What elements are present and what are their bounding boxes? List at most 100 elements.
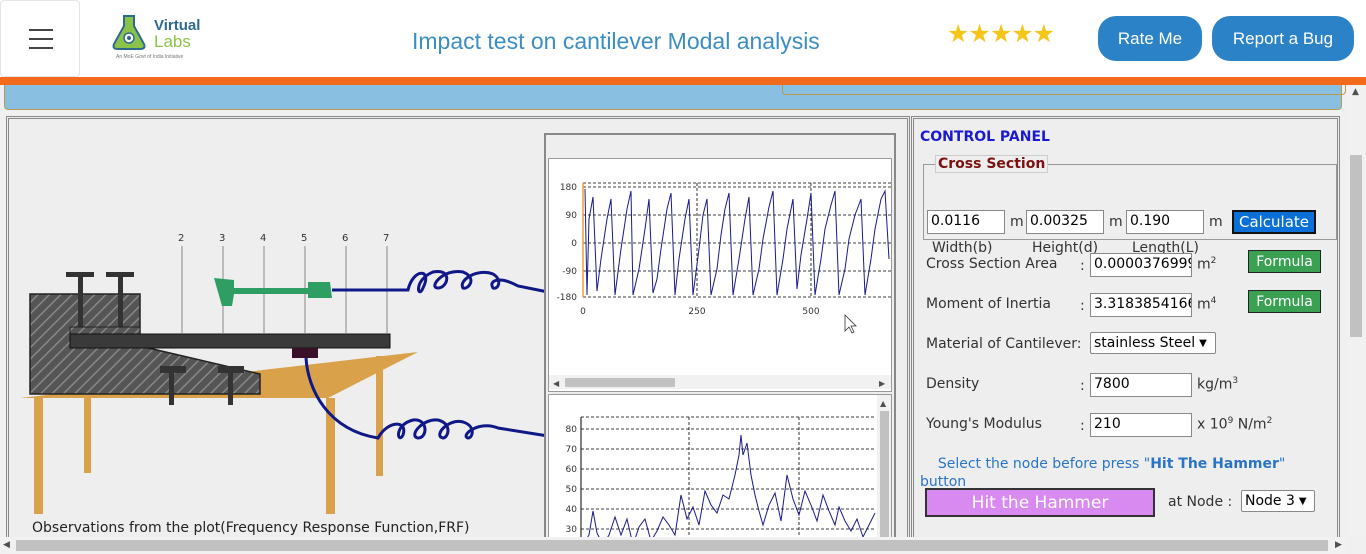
density-unit-exp: 3 <box>1232 376 1239 386</box>
info-band <box>4 85 1346 110</box>
rate-me-button[interactable]: Rate Me <box>1098 16 1202 61</box>
table-leg <box>34 398 43 514</box>
hammer-instruction: Select the node before press "Hit The Ha… <box>920 455 1320 491</box>
page-vertical-scrollbar[interactable]: ▲ <box>1347 85 1366 537</box>
frf-y-tick: 50 <box>566 485 578 495</box>
youngs-label: Young's Modulus <box>926 416 1042 432</box>
inertia-colon: : <box>1080 298 1085 314</box>
density-unit-base: kg/m <box>1197 376 1233 393</box>
frf-y-tick: 60 <box>566 465 578 475</box>
node-label: 5 <box>301 233 308 244</box>
frf-series-line <box>582 434 876 547</box>
mouse-cursor-icon <box>844 314 857 334</box>
density-label: Density <box>926 376 980 392</box>
inertia-label: Moment of Inertia <box>926 296 1051 312</box>
clamp-bolt <box>78 277 83 329</box>
area-formula-button[interactable]: Formula <box>1248 250 1321 273</box>
density-input[interactable]: 7800 <box>1090 373 1192 397</box>
height-input[interactable]: 0.00325 <box>1026 210 1104 234</box>
phase-y-tick: 180 <box>560 183 577 193</box>
frf-plot[interactable]: 80 70 60 50 40 30 ▲ <box>548 394 892 547</box>
page-vertical-scroll-thumb[interactable] <box>1350 155 1362 337</box>
node-label: 4 <box>260 233 267 244</box>
density-colon: : <box>1080 378 1085 394</box>
virtual-labs-logo[interactable]: Virtual Labs An MoE Govt of India Initia… <box>108 12 208 64</box>
clamp-plate <box>69 326 141 335</box>
node-label: 6 <box>342 233 349 244</box>
phase-x-tick: 500 <box>802 307 819 317</box>
cantilever-beam <box>69 333 391 349</box>
rating-stars-icon: ★★★★★ <box>947 19 1055 48</box>
hamburger-icon-line <box>29 47 53 49</box>
clamp-bolt <box>66 272 94 277</box>
frf-y-tick: 70 <box>566 445 578 455</box>
frf-plot-scroll-thumb <box>880 411 889 545</box>
table-leg <box>84 398 91 473</box>
height-unit: m <box>1109 214 1123 230</box>
chevron-down-icon: ▼ <box>1298 495 1307 507</box>
hamburger-icon-line <box>29 38 53 40</box>
page-title: Impact test on cantilever Modal analysis <box>412 28 820 54</box>
scroll-right-icon[interactable]: ▶ <box>1335 540 1342 550</box>
inertia-formula-button[interactable]: Formula <box>1248 290 1321 313</box>
scroll-left-icon[interactable]: ◀ <box>3 540 10 550</box>
width-unit: m <box>1010 214 1024 230</box>
material-select-value: stainless Steel <box>1094 335 1196 351</box>
table-bolt <box>169 373 174 405</box>
scroll-left-icon: ◀ <box>553 379 560 388</box>
phase-x-tick: 0 <box>580 307 586 317</box>
note-bold: Hit The Hammer <box>1150 456 1279 472</box>
clamp-bolt <box>106 272 134 277</box>
inertia-output: 3.318385416666 <box>1090 293 1192 317</box>
page-root: Virtual Labs An MoE Govt of India Initia… <box>0 0 1366 554</box>
youngs-unit-pre: x 10 <box>1197 416 1228 433</box>
density-unit: kg/m3 <box>1197 376 1238 393</box>
menu-button[interactable] <box>0 0 80 77</box>
table-bolt <box>218 366 244 373</box>
impact-hammer <box>214 278 332 306</box>
hit-hammer-button[interactable]: Hit the Hammer <box>925 488 1155 517</box>
node-label: 3 <box>219 233 226 244</box>
youngs-unit-post: N/m <box>1233 416 1267 433</box>
page-horizontal-scrollbar[interactable]: ◀ ▶ <box>0 537 1347 554</box>
info-band-inner <box>782 85 1346 95</box>
table-leg <box>376 356 383 476</box>
area-output: 0.000037699999 <box>1090 253 1192 277</box>
node-select-value: Node 3 <box>1245 493 1295 509</box>
length-input[interactable]: 0.190 <box>1126 210 1204 234</box>
inertia-unit-base: m <box>1197 296 1211 313</box>
node-select[interactable]: Node 3 ▼ <box>1241 490 1315 512</box>
clamp-bolt <box>118 277 123 329</box>
width-input[interactable]: 0.0116 <box>927 210 1005 234</box>
area-unit-exp: 2 <box>1210 256 1217 266</box>
control-panel-title: CONTROL PANEL <box>920 129 1050 145</box>
cantilever-setup-illustration <box>20 246 549 514</box>
phase-y-tick: -180 <box>557 293 578 303</box>
inertia-unit-exp: 4 <box>1210 296 1217 306</box>
material-select[interactable]: stainless Steel ▼ <box>1090 332 1216 354</box>
phase-y-tick: -90 <box>562 267 577 277</box>
youngs-colon: : <box>1080 418 1085 434</box>
report-bug-button[interactable]: Report a Bug <box>1212 16 1354 61</box>
youngs-unit-exp2: 2 <box>1266 416 1273 426</box>
frf-y-tick: 40 <box>566 505 578 515</box>
phase-plot-scroll-thumb <box>565 378 675 387</box>
top-header: Virtual Labs An MoE Govt of India Initia… <box>0 0 1366 77</box>
youngs-input[interactable]: 210 <box>1090 413 1192 437</box>
header-divider <box>0 77 1366 85</box>
scroll-up-icon: ▲ <box>880 399 887 408</box>
logo-subtitle: An MoE Govt of India Initiative <box>116 54 184 60</box>
phase-plot[interactable]: 180 90 0 -90 -180 0 250 500 ◀ ▶ <box>548 158 892 392</box>
youngs-unit: x 109 N/m2 <box>1197 416 1272 433</box>
frf-y-tick: 30 <box>566 525 578 535</box>
calculate-button[interactable]: Calculate <box>1232 210 1316 234</box>
page-horizontal-scroll-thumb[interactable] <box>16 540 1328 551</box>
logo-line2: Labs <box>154 32 191 51</box>
at-node-label: at Node : <box>1168 494 1233 510</box>
phase-x-tick: 250 <box>688 307 705 317</box>
node-label: 7 <box>383 233 390 244</box>
hamburger-icon-line <box>29 29 53 31</box>
height-label: Height(d) <box>1032 240 1099 256</box>
chevron-down-icon: ▼ <box>1199 337 1207 349</box>
scroll-up-icon[interactable]: ▲ <box>1352 87 1359 97</box>
